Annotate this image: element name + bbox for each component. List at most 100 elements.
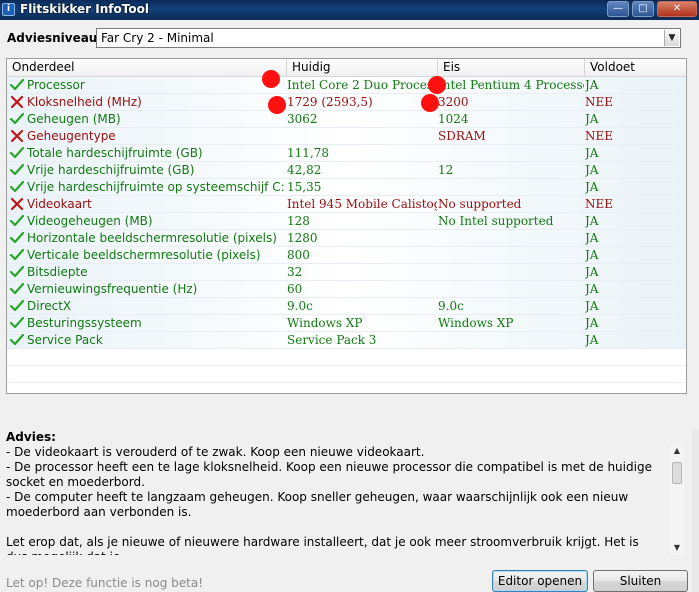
table-row[interactable]: Videogeheugen (MB) 128 No Intel supported J…: [7, 213, 686, 230]
current-value: 800: [287, 248, 310, 262]
table-row[interactable]: Kloksnelheid (MHz) 1729 (2593,5) 3200 NEE: [7, 94, 686, 111]
required-value: [438, 264, 584, 280]
table-row[interactable]: Besturingssysteem Windows XP Windows XP JA: [7, 315, 686, 332]
table-row[interactable]: Geheugentype SDRAM NEE: [7, 128, 686, 145]
checkmark-icon: [10, 214, 24, 227]
required-value: [438, 332, 584, 348]
column-header-required[interactable]: Eis: [438, 59, 585, 76]
table-row[interactable]: Service Pack Service Pack 3 JA: [7, 332, 686, 349]
component-name: Service Pack: [27, 333, 103, 347]
advice-text[interactable]: - De videokaart is verouderd of te zwak.…: [6, 445, 661, 555]
current-value: 60: [287, 282, 303, 296]
table-row[interactable]: Vernieuwingsfrequentie (Hz) 60 JA: [7, 281, 686, 298]
chevron-down-icon[interactable]: ▼: [664, 30, 679, 46]
minimize-icon[interactable]: —: [607, 1, 629, 17]
required-value: [438, 179, 584, 195]
title-bar[interactable]: i Flitskikker InfoTool — □ ✕: [0, 0, 699, 20]
current-value: Intel Core 2 Duo Processor: [287, 78, 437, 92]
required-value: [438, 247, 584, 263]
meets-value: JA: [585, 265, 599, 279]
column-header-meets[interactable]: Voldoet: [585, 59, 686, 76]
checkmark-icon: [10, 112, 24, 125]
checkmark-icon: [10, 282, 24, 295]
current-value: 32: [287, 265, 303, 279]
cross-icon: [10, 95, 24, 109]
advice-level-dropdown[interactable]: Far Cry 2 - Minimal ▼: [96, 28, 681, 48]
required-value: Windows XP: [438, 316, 514, 330]
advice-line: Let erop dat, als je nieuwe of nieuwere …: [6, 535, 639, 555]
empty-row: [7, 366, 686, 383]
table-row[interactable]: Horizontale beeldschermresolutie (pixels…: [7, 230, 686, 247]
meets-value: NEE: [585, 95, 614, 109]
advice-scrollbar[interactable]: ▲ ▼: [670, 444, 684, 555]
current-value: Windows XP: [287, 316, 363, 330]
meets-value: JA: [585, 180, 599, 194]
checkmark-icon: [10, 180, 24, 193]
current-value: 1280: [287, 231, 318, 245]
component-name: Geheugen (MB): [27, 112, 121, 126]
table-row[interactable]: Processor Intel Core 2 Duo Processor Intel…: [7, 77, 686, 94]
open-editor-button[interactable]: Editor openen: [492, 570, 588, 592]
meets-value: JA: [585, 333, 599, 347]
meets-value: NEE: [585, 197, 614, 211]
table-row[interactable]: Vrije hardeschijfruimte op systeemschijf…: [7, 179, 686, 196]
empty-row: [7, 349, 686, 366]
table-header: Onderdeel Huidig Eis Voldoet: [7, 59, 686, 77]
scroll-up-icon[interactable]: ▲: [670, 444, 684, 458]
current-value: Service Pack 3: [287, 333, 377, 347]
required-value: No supported: [438, 197, 522, 211]
advice-line: - De videokaart is verouderd of te zwak.…: [6, 445, 425, 459]
info-tool-icon: i: [2, 3, 15, 16]
current-value: 15,35: [287, 180, 322, 194]
table-row[interactable]: Vrije hardeschijfruimte (GB) 42,82 12 JA: [7, 162, 686, 179]
advice-title: Advies:: [6, 430, 56, 444]
advice-level-value: Far Cry 2 - Minimal: [101, 31, 214, 45]
checkmark-icon: [10, 146, 24, 159]
meets-value: JA: [585, 248, 599, 262]
meets-value: JA: [585, 163, 599, 177]
required-value: No Intel supported: [438, 214, 554, 228]
component-name: Processor: [27, 78, 85, 92]
checkmark-icon: [10, 163, 24, 176]
meets-value: NEE: [585, 129, 614, 143]
advice-level-label: Adviesniveau:: [7, 31, 103, 45]
required-value: Intel Pentium 4 Processor: [438, 78, 584, 92]
beta-note: Let op! Deze functie is nog beta!: [6, 576, 203, 590]
red-marker-dot: [268, 96, 286, 114]
table-row[interactable]: Verticale beeldschermresolutie (pixels) 8…: [7, 247, 686, 264]
required-value: 1024: [438, 112, 469, 126]
scroll-down-icon[interactable]: ▼: [670, 541, 684, 555]
required-value: [438, 230, 584, 246]
current-value: Intel 945 Mobile Calistoga: [287, 197, 437, 211]
table-row[interactable]: Videokaart Intel 945 Mobile Calistoga No s…: [7, 196, 686, 213]
close-icon[interactable]: ✕: [657, 1, 697, 17]
component-name: Verticale beeldschermresolutie (pixels): [27, 248, 261, 262]
current-value: [287, 128, 437, 144]
advice-blank-line: [6, 520, 661, 535]
scroll-thumb[interactable]: [672, 462, 682, 484]
maximize-icon[interactable]: □: [632, 1, 654, 17]
cross-icon: [10, 197, 24, 211]
component-name: Kloksnelheid (MHz): [27, 95, 142, 109]
table-row[interactable]: DirectX 9.0c 9.0c JA: [7, 298, 686, 315]
requirements-table[interactable]: Onderdeel Huidig Eis Voldoet Processor In…: [6, 58, 687, 394]
checkmark-icon: [10, 299, 24, 312]
table-row[interactable]: Bitsdiepte 32 JA: [7, 264, 686, 281]
red-marker-dot: [428, 76, 446, 94]
checkmark-icon: [10, 248, 24, 261]
column-header-current[interactable]: Huidig: [287, 59, 438, 76]
empty-row: [7, 383, 686, 393]
current-value: 128: [287, 214, 310, 228]
meets-value: JA: [585, 146, 599, 160]
close-button[interactable]: Sluiten: [593, 570, 688, 592]
column-header-component[interactable]: Onderdeel: [7, 59, 287, 76]
table-row[interactable]: Totale hardeschijfruimte (GB) 111,78 JA: [7, 145, 686, 162]
checkmark-icon: [10, 78, 24, 91]
red-marker-dot: [421, 94, 439, 112]
component-name: Besturingssysteem: [27, 316, 142, 330]
checkmark-icon: [10, 265, 24, 278]
required-value: 9.0c: [438, 299, 464, 313]
component-name: Vrije hardeschijfruimte (GB): [27, 163, 195, 177]
meets-value: JA: [585, 299, 599, 313]
table-row[interactable]: Geheugen (MB) 3062 1024 JA: [7, 111, 686, 128]
